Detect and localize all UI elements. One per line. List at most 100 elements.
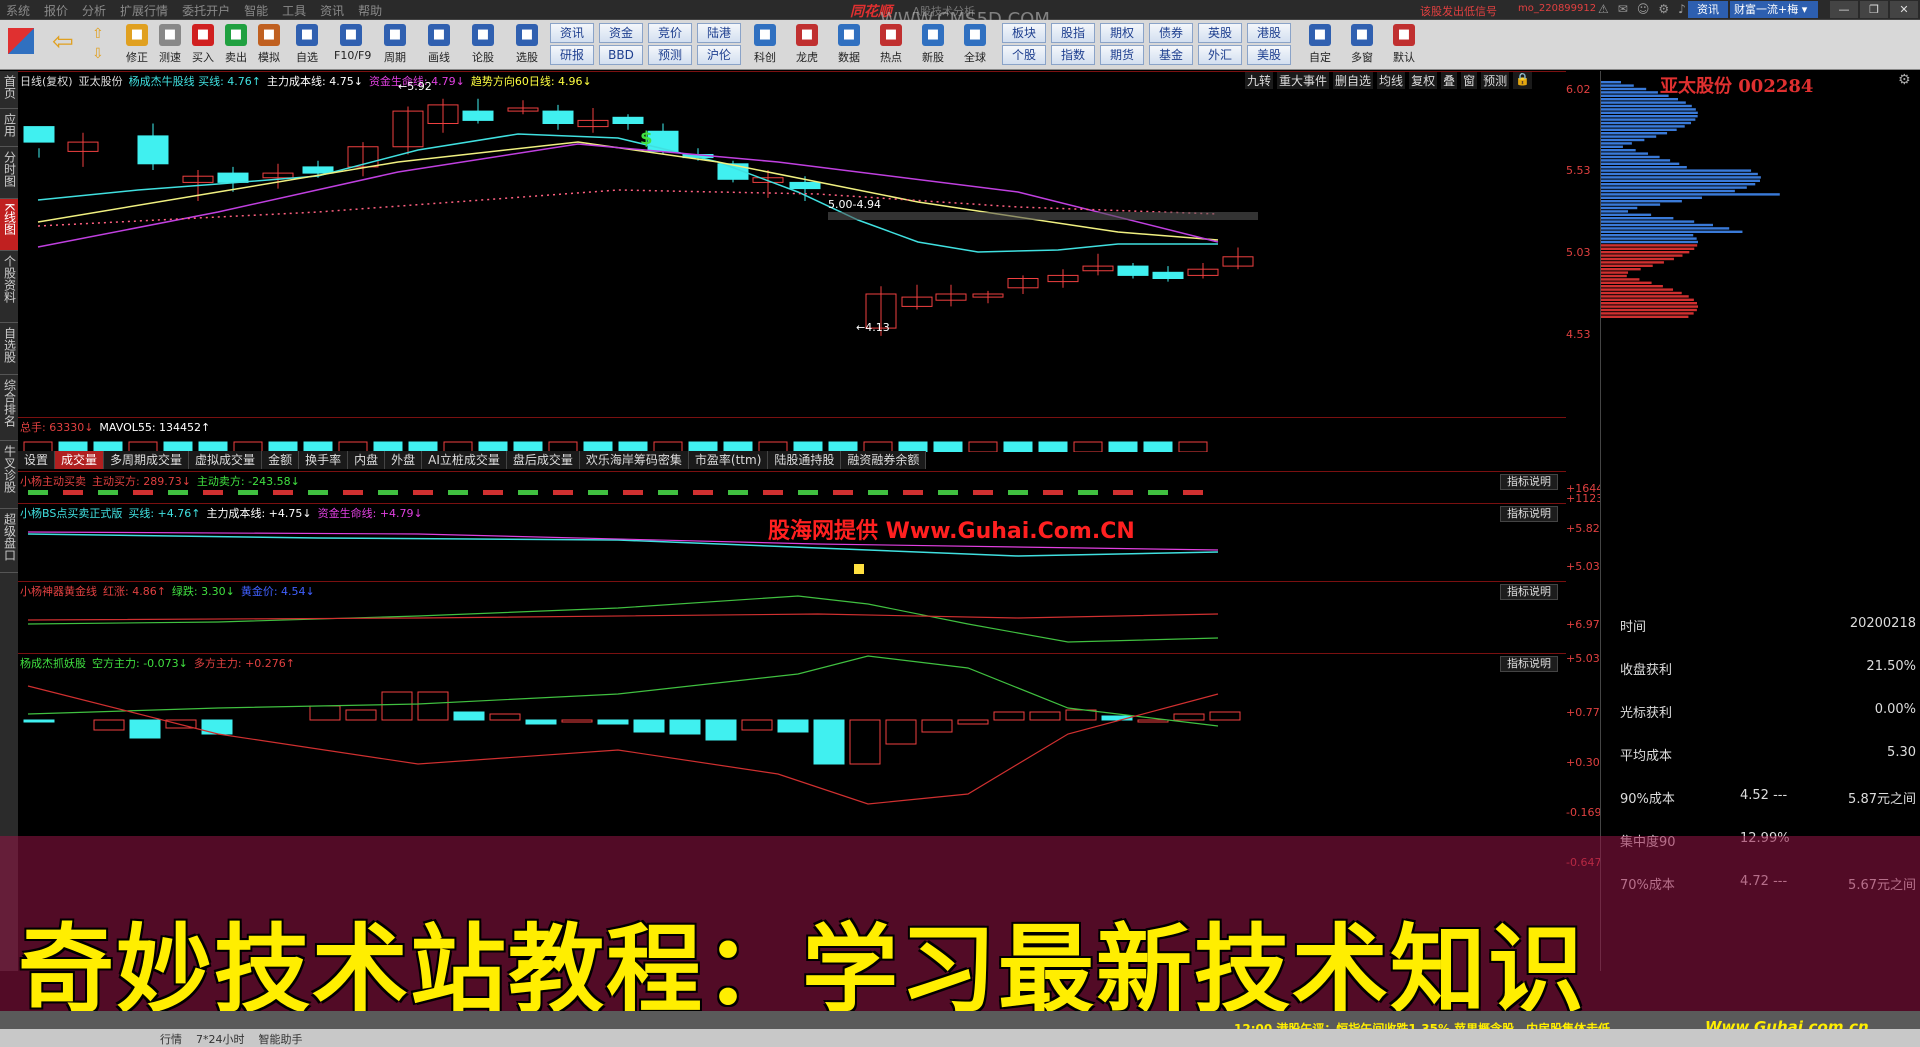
layout-icon[interactable] xyxy=(8,28,34,54)
ind3-chart[interactable] xyxy=(18,582,1566,654)
chart-tool-button[interactable]: 窗 xyxy=(1461,72,1478,89)
toolbar-grid-button[interactable]: 研报 xyxy=(550,45,594,65)
chart-tool-button[interactable]: 九转 xyxy=(1245,72,1274,89)
chart-tool-button[interactable]: 删自选 xyxy=(1333,72,1374,89)
left-tab[interactable]: 个股资料 xyxy=(0,251,18,323)
toolbar-button[interactable]: ■ 全球 xyxy=(958,22,992,68)
news-button[interactable]: 资讯 xyxy=(1688,1,1728,18)
indicator-tab[interactable]: 换手率 xyxy=(299,451,349,469)
toolbar-button[interactable]: ■ 数据 xyxy=(832,22,866,68)
restore-icon[interactable]: ❐ xyxy=(1860,1,1888,18)
toolbar-grid-button[interactable]: 美股 xyxy=(1247,45,1291,65)
indicator-tab[interactable]: 多周期成交量 xyxy=(104,451,190,469)
toolbar-button[interactable]: ■ 画线 xyxy=(422,22,456,68)
active-buy-sell-panel[interactable]: 小杨主动买卖 主动买方: 289.73↓ 主动卖方: -243.58↓ 指标说明 xyxy=(18,471,1566,503)
left-tab[interactable]: 自选股 xyxy=(0,323,18,375)
bell-icon[interactable]: ♪ xyxy=(1678,2,1686,16)
left-tab[interactable]: 首页 xyxy=(0,71,18,109)
indicator-tab[interactable]: 陆股通持股 xyxy=(768,451,842,469)
toolbar-button[interactable]: ■ 修正 xyxy=(120,22,154,68)
toolbar-grid-button[interactable]: 预测 xyxy=(648,45,692,65)
settings-icon[interactable]: ⚙ xyxy=(1658,2,1669,16)
chart-tool-button[interactable]: 叠 xyxy=(1441,72,1458,89)
back-arrow-icon[interactable]: ⇦ xyxy=(52,28,80,56)
toolbar-grid-button[interactable]: 港股 xyxy=(1247,23,1291,43)
minimize-icon[interactable]: — xyxy=(1830,1,1858,18)
indicator-tab[interactable]: 盘后成交量 xyxy=(506,451,580,469)
taskbar-item[interactable]: 智能助手 xyxy=(259,1031,303,1047)
left-tab[interactable]: 综合排名 xyxy=(0,375,18,441)
left-tab[interactable]: K线图 xyxy=(0,199,18,251)
toolbar-button[interactable]: ■ F10/F9 xyxy=(334,22,371,68)
toolbar-button[interactable]: ■ 自定 xyxy=(1303,22,1337,68)
indicator-tab[interactable]: 市盈率(ttm) xyxy=(688,451,769,469)
toolbar-button[interactable]: ■ 模拟 xyxy=(252,22,286,68)
indicator-tab[interactable]: 融资融券余额 xyxy=(841,451,927,469)
toolbar-button[interactable]: ■ 卖出 xyxy=(219,22,253,68)
toolbar-grid-button[interactable]: 资金 xyxy=(599,23,643,43)
toolbar-grid-button[interactable]: 英股 xyxy=(1198,23,1242,43)
indicator-tab[interactable]: 外盘 xyxy=(385,451,423,469)
indicator-tab[interactable]: 内盘 xyxy=(348,451,386,469)
indicator-tab[interactable]: 虚拟成交量 xyxy=(189,451,263,469)
indicator-tab[interactable]: 设置 xyxy=(18,451,56,469)
menu-item[interactable]: 资讯 xyxy=(320,2,344,19)
gold-line-panel[interactable]: 小杨神器黄金线 红涨: 4.86↑ 绿跌: 3.30↓ 黄金价: 4.54↓ 指标说明 xyxy=(18,581,1566,653)
menu-item[interactable]: 工具 xyxy=(282,2,306,19)
volume-chart[interactable] xyxy=(18,418,1566,452)
broker-dropdown[interactable]: 财富一流+梅 ▾ xyxy=(1730,1,1818,18)
volume-panel[interactable]: 总手: 63330↓ MAVOL55: 134452↑ xyxy=(18,417,1566,452)
toolbar-grid-button[interactable]: 陆港 xyxy=(697,23,741,43)
left-tab[interactable]: 分时图 xyxy=(0,147,18,199)
menu-item[interactable]: 委托开户 xyxy=(182,2,230,19)
toolbar-grid-button[interactable]: 个股 xyxy=(1002,45,1046,65)
chart-tool-button[interactable]: 均线 xyxy=(1377,72,1406,89)
toolbar-grid-button[interactable]: 资讯 xyxy=(550,23,594,43)
toolbar-grid-button[interactable]: 指数 xyxy=(1051,45,1095,65)
gear-icon[interactable]: ⚙ xyxy=(1898,72,1911,88)
menu-item[interactable]: 报价 xyxy=(44,2,68,19)
stock-signal-alert[interactable]: 该股发出低信号 xyxy=(1420,3,1497,19)
kline-chart[interactable]: ←5.92 ←4.13 5.00-4.94 $ xyxy=(18,72,1566,418)
toolbar-grid-button[interactable]: 外汇 xyxy=(1198,45,1242,65)
toolbar-grid-button[interactable]: 竞价 xyxy=(648,23,692,43)
account-id[interactable]: mo_220899912 xyxy=(1518,3,1596,14)
menu-item[interactable]: 扩展行情 xyxy=(120,2,168,19)
toolbar-button[interactable]: ■ 论股 xyxy=(466,22,500,68)
toolbar-button[interactable]: ■ 多窗 xyxy=(1345,22,1379,68)
toolbar-grid-button[interactable]: 板块 xyxy=(1002,23,1046,43)
left-tab[interactable]: 牛叉诊股 xyxy=(0,441,18,509)
close-icon[interactable]: ✕ xyxy=(1890,1,1918,18)
left-tab[interactable]: 应用 xyxy=(0,109,18,147)
lock-icon[interactable]: 🔒 xyxy=(1513,72,1533,89)
toolbar-button[interactable]: ■ 自选 xyxy=(290,22,324,68)
chart-tool-button[interactable]: 复权 xyxy=(1409,72,1438,89)
toolbar-button[interactable]: ■ 默认 xyxy=(1387,22,1421,68)
taskbar-item[interactable]: 行情 xyxy=(160,1031,182,1047)
chart-tool-button[interactable]: 预测 xyxy=(1481,72,1510,89)
indicator-tab[interactable]: 成交量 xyxy=(55,451,105,469)
indicator-tab[interactable]: 金额 xyxy=(262,451,300,469)
toolbar-grid-button[interactable]: 基金 xyxy=(1149,45,1193,65)
indicator-tab[interactable]: AI立桩成交量 xyxy=(422,451,507,469)
menu-item[interactable]: 智能 xyxy=(244,2,268,19)
toolbar-grid-button[interactable]: 沪伦 xyxy=(697,45,741,65)
toolbar-grid-button[interactable]: 期权 xyxy=(1100,23,1144,43)
toolbar-grid-button[interactable]: 债券 xyxy=(1149,23,1193,43)
user-icon[interactable]: ☺ xyxy=(1637,2,1650,16)
alert-icon[interactable]: ⚠ xyxy=(1598,2,1609,16)
left-tab[interactable]: 超级盘口 xyxy=(0,509,18,573)
toolbar-button[interactable]: ■ 科创 xyxy=(748,22,782,68)
chip-distribution-chart[interactable] xyxy=(1601,71,1920,371)
toolbar-button[interactable]: ■ 龙虎 xyxy=(790,22,824,68)
taskbar-item[interactable]: 7*24小时 xyxy=(196,1031,245,1047)
menu-item[interactable]: 分析 xyxy=(82,2,106,19)
toolbar-button[interactable]: ■ 买入 xyxy=(186,22,220,68)
indicator-tab[interactable]: 欢乐海岸筹码密集 xyxy=(579,451,689,469)
toolbar-button[interactable]: ■ 测速 xyxy=(153,22,187,68)
toolbar-grid-button[interactable]: 股指 xyxy=(1051,23,1095,43)
mail-icon[interactable]: ✉ xyxy=(1618,2,1628,16)
ind1-chart[interactable] xyxy=(18,472,1566,504)
toolbar-button[interactable]: ■ 选股 xyxy=(510,22,544,68)
toolbar-button[interactable]: ■ 周期 xyxy=(378,22,412,68)
